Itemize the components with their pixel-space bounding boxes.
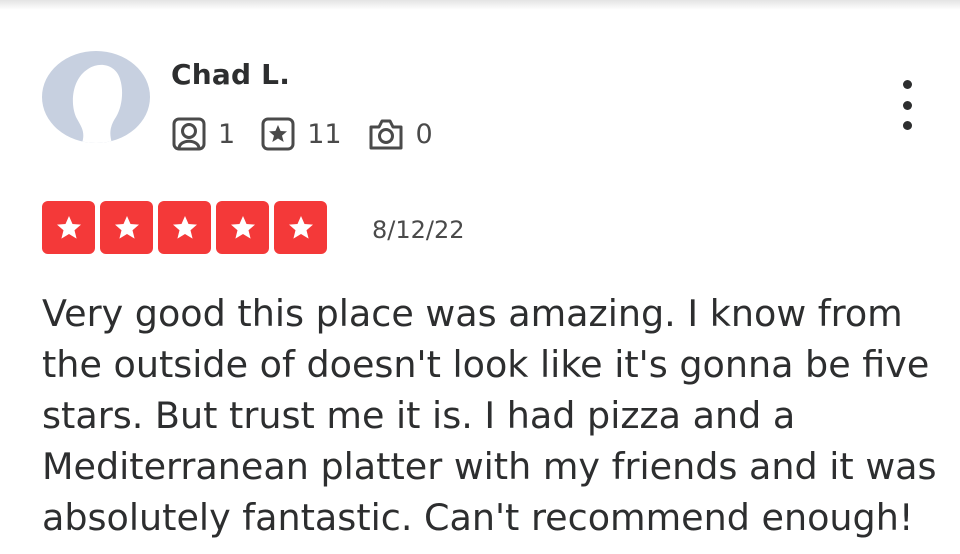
friends-stat: 1: [172, 117, 235, 151]
review-text: Very good this place was amazing. I know…: [42, 292, 937, 539]
user-stats: 1 11 0: [172, 114, 459, 154]
user-name[interactable]: Chad L.: [171, 58, 290, 91]
rating-star-icon: [100, 201, 153, 254]
top-divider: [0, 0, 960, 10]
friends-count: 1: [218, 118, 236, 150]
reviews-stat: 11: [261, 117, 342, 151]
photos-count: 0: [415, 118, 433, 150]
menu-dot: [902, 80, 912, 89]
rating-star-icon: [274, 201, 327, 254]
camera-icon: [369, 119, 403, 150]
review-star-icon: [261, 117, 295, 151]
avatar[interactable]: [42, 51, 150, 143]
reviews-count: 11: [307, 118, 342, 150]
more-options-icon[interactable]: [892, 80, 922, 130]
menu-dot: [902, 100, 912, 110]
rating-star-icon: [42, 201, 95, 254]
menu-dot: [902, 121, 912, 130]
rating-star-icon: [216, 201, 269, 254]
star-rating: [42, 201, 332, 254]
review-date: 8/12/22: [372, 216, 465, 244]
default-avatar-silhouette-icon: [42, 51, 150, 143]
friends-icon: [172, 117, 206, 151]
rating-star-icon: [158, 201, 211, 254]
photos-stat: 0: [368, 117, 433, 151]
